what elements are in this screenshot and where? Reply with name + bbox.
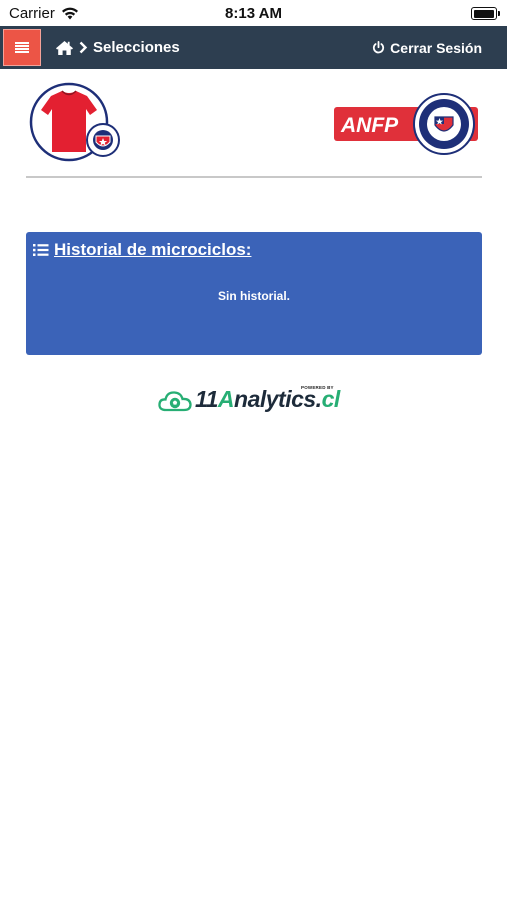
logout-label: Cerrar Sesión [390, 39, 482, 56]
menu-button[interactable] [3, 29, 41, 66]
historial-panel: Historial de microciclos: Sin historial. [26, 232, 482, 355]
status-bar: Carrier 8:13 AM [0, 0, 507, 26]
battery-icon [471, 7, 500, 20]
brand-wordmark: 11Analytics.cl [195, 386, 340, 412]
list-icon [33, 244, 49, 256]
status-time: 8:13 AM [225, 5, 282, 22]
powered-by-logo: POWERED BY 11Analytics.cl [158, 384, 350, 414]
brand-highlight: A [217, 386, 235, 412]
logout-button[interactable]: Cerrar Sesión [372, 26, 482, 69]
header-divider [26, 176, 482, 178]
brand-suffix: cl [321, 386, 341, 412]
breadcrumb-current[interactable]: Selecciones [93, 39, 180, 56]
breadcrumb: Selecciones [55, 26, 180, 69]
historial-empty-message: Sin historial. [217, 289, 290, 303]
team-jersey-logo [29, 82, 120, 162]
brand-middle: nalytics. [234, 386, 322, 412]
brand-prefix: 11 [195, 386, 218, 412]
cloud-ball-icon [158, 391, 192, 412]
historial-header: Historial de microciclos: [33, 240, 251, 260]
top-navbar: Selecciones Cerrar Sesión [0, 26, 507, 69]
power-icon [373, 41, 385, 54]
home-icon[interactable] [55, 40, 74, 56]
hamburger-icon [15, 42, 29, 53]
anfp-logo: ANFP [334, 93, 478, 155]
chevron-right-icon [79, 41, 88, 54]
anfp-text: ANFP [340, 114, 399, 137]
historial-title[interactable]: Historial de microciclos: [54, 240, 251, 260]
